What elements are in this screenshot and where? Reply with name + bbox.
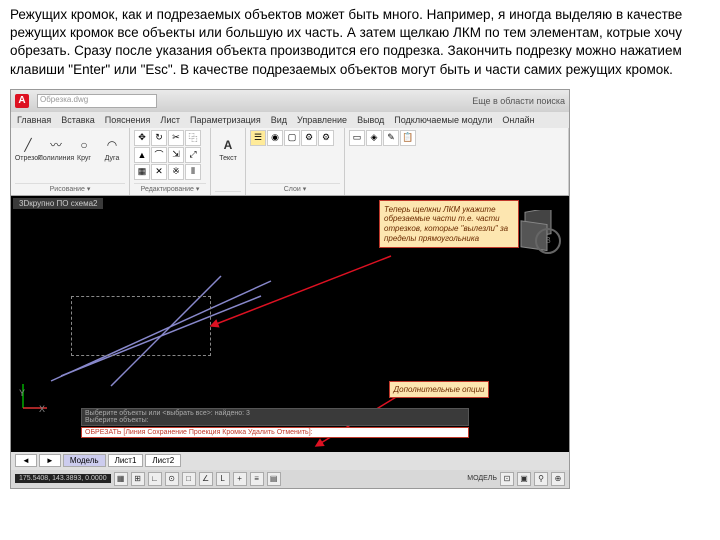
group-label[interactable]: Редактирование ▾ bbox=[134, 183, 206, 193]
text-button[interactable]: AТекст bbox=[215, 130, 241, 168]
tab-model[interactable]: Модель bbox=[63, 454, 106, 467]
btn-label: Текст bbox=[219, 155, 237, 162]
misc-icon[interactable]: ◈ bbox=[366, 130, 382, 146]
group-label[interactable]: Слои ▾ bbox=[250, 183, 340, 193]
fillet-icon[interactable]: ⌒ bbox=[151, 147, 167, 163]
layer-state-icon[interactable]: ◉ bbox=[267, 130, 283, 146]
layer-tool-icon[interactable]: ⚙ bbox=[301, 130, 317, 146]
misc-icon[interactable]: 📋 bbox=[400, 130, 416, 146]
otrack-toggle[interactable]: ∠ bbox=[199, 472, 213, 486]
btn-label: Полилиния bbox=[38, 155, 74, 162]
status-tool[interactable]: ⊡ bbox=[500, 472, 514, 486]
layer-icons: ☰ ◉ ▢ ⚙ ⚙ bbox=[250, 130, 340, 146]
app-logo-icon: A bbox=[15, 94, 29, 108]
ucs-icon: YX bbox=[21, 380, 51, 412]
stretch-icon[interactable]: ⇲ bbox=[168, 147, 184, 163]
menu-item[interactable]: Главная bbox=[17, 115, 51, 125]
menu-item[interactable]: Лист bbox=[160, 115, 180, 125]
polyline-button[interactable]: 〰Полилиния bbox=[43, 130, 69, 168]
menu-item[interactable]: Пояснения bbox=[105, 115, 151, 125]
tab-layout2[interactable]: Лист2 bbox=[145, 454, 181, 467]
nav-compass[interactable]: В bbox=[535, 228, 561, 254]
command-history: Выберите объекты или <выбрать все>: найд… bbox=[81, 408, 469, 426]
tab-next[interactable]: ► bbox=[39, 454, 61, 467]
annotation-note-2: Дополнительные опции bbox=[389, 381, 489, 398]
menu-item[interactable]: Вставка bbox=[61, 115, 94, 125]
status-tool[interactable]: ⊕ bbox=[551, 472, 565, 486]
status-tool[interactable]: ⚲ bbox=[534, 472, 548, 486]
ribbon-group-annot: AТекст bbox=[211, 128, 246, 195]
ribbon-group-layers: ☰ ◉ ▢ ⚙ ⚙ Слои ▾ bbox=[246, 128, 345, 195]
menu-item[interactable]: Управление bbox=[297, 115, 347, 125]
dyn-toggle[interactable]: + bbox=[233, 472, 247, 486]
btn-label: Дуга bbox=[105, 155, 120, 162]
polyline-icon: 〰 bbox=[47, 136, 65, 154]
layer-color-icon[interactable]: ▢ bbox=[284, 130, 300, 146]
selection-rectangle bbox=[71, 296, 211, 356]
osnap-toggle[interactable]: □ bbox=[182, 472, 196, 486]
menu-item[interactable]: Онлайн bbox=[502, 115, 534, 125]
model-space-label[interactable]: МОДЕЛЬ bbox=[467, 475, 497, 482]
status-tool[interactable]: ▣ bbox=[517, 472, 531, 486]
ribbon-group-draw: ╱Отрезок 〰Полилиния ○Круг ◠Дуга Рисовани… bbox=[11, 128, 130, 195]
title-bar: A Обрезка.dwg Еще в области поиска bbox=[11, 90, 569, 112]
line-button[interactable]: ╱Отрезок bbox=[15, 130, 41, 168]
cmd-text: Выберите объекты: bbox=[85, 417, 465, 424]
lwt-toggle[interactable]: ≡ bbox=[250, 472, 264, 486]
edit-icons: ✥ ↻ ✂ ⿻ ▲ ⌒ ⇲ ⤢ ▦ ✕ ※ ⫴ bbox=[134, 130, 206, 180]
misc-icon[interactable]: ✎ bbox=[383, 130, 399, 146]
title-filename[interactable]: Обрезка.dwg bbox=[37, 94, 157, 108]
group-label bbox=[215, 191, 241, 193]
title-search-hint: Еще в области поиска bbox=[472, 96, 565, 106]
mirror-icon[interactable]: ▲ bbox=[134, 147, 150, 163]
tab-layout1[interactable]: Лист1 bbox=[108, 454, 144, 467]
status-bar: 175.5408, 143.3893, 0.0000 ▦ ⊞ ∟ ⊙ □ ∠ L… bbox=[11, 470, 569, 488]
grid-toggle[interactable]: ⊞ bbox=[131, 472, 145, 486]
ribbon-group-edit: ✥ ↻ ✂ ⿻ ▲ ⌒ ⇲ ⤢ ▦ ✕ ※ ⫴ Редактирование ▾ bbox=[130, 128, 211, 195]
offset-icon[interactable]: ⫴ bbox=[185, 164, 201, 180]
menu-item[interactable]: Вид bbox=[271, 115, 287, 125]
drawing-canvas[interactable]: 3Dкрупно ПО схема2 Теперь щелкни ЛКМ ука… bbox=[11, 196, 569, 452]
group-label[interactable]: Рисование ▾ bbox=[15, 183, 125, 193]
snap-toggle[interactable]: ▦ bbox=[114, 472, 128, 486]
scale-icon[interactable]: ⤢ bbox=[185, 147, 201, 163]
layer-icon[interactable]: ☰ bbox=[250, 130, 266, 146]
move-icon[interactable]: ✥ bbox=[134, 130, 150, 146]
misc-icon[interactable]: ▭ bbox=[349, 130, 365, 146]
arc-button[interactable]: ◠Дуга bbox=[99, 130, 125, 168]
tab-prev[interactable]: ◄ bbox=[15, 454, 37, 467]
circle-icon: ○ bbox=[75, 136, 93, 154]
menu-bar[interactable]: Главная Вставка Пояснения Лист Параметри… bbox=[11, 112, 569, 128]
description-text: Режущих кромок, как и подрезаемых объект… bbox=[10, 6, 710, 79]
ortho-toggle[interactable]: ∟ bbox=[148, 472, 162, 486]
ribbon-group-misc: ▭ ◈ ✎ 📋 bbox=[345, 128, 569, 195]
autocad-window: A Обрезка.dwg Еще в области поиска Главн… bbox=[10, 89, 570, 489]
polar-toggle[interactable]: ⊙ bbox=[165, 472, 179, 486]
trim-icon[interactable]: ✂ bbox=[168, 130, 184, 146]
command-input[interactable]: ОБРЕЗАТЬ [Линия Сохранение Проекция Кром… bbox=[81, 427, 469, 438]
ribbon: ╱Отрезок 〰Полилиния ○Круг ◠Дуга Рисовани… bbox=[11, 128, 569, 196]
text-icon: A bbox=[219, 136, 237, 154]
cmd-text: Выберите объекты или <выбрать все>: найд… bbox=[85, 410, 465, 417]
menu-item[interactable]: Параметризация bbox=[190, 115, 261, 125]
explode-icon[interactable]: ※ bbox=[168, 164, 184, 180]
qp-toggle[interactable]: ▤ bbox=[267, 472, 281, 486]
rotate-icon[interactable]: ↻ bbox=[151, 130, 167, 146]
array-icon[interactable]: ▦ bbox=[134, 164, 150, 180]
layout-tabs: ◄ ► Модель Лист1 Лист2 bbox=[11, 452, 569, 470]
circle-button[interactable]: ○Круг bbox=[71, 130, 97, 168]
copy-icon[interactable]: ⿻ bbox=[185, 130, 201, 146]
ducs-toggle[interactable]: L bbox=[216, 472, 230, 486]
arc-icon: ◠ bbox=[103, 136, 121, 154]
menu-item[interactable]: Вывод bbox=[357, 115, 384, 125]
menu-item[interactable]: Подключаемые модули bbox=[394, 115, 492, 125]
layer-tool-icon[interactable]: ⚙ bbox=[318, 130, 334, 146]
erase-icon[interactable]: ✕ bbox=[151, 164, 167, 180]
btn-label: Круг bbox=[77, 155, 91, 162]
coordinates: 175.5408, 143.3893, 0.0000 bbox=[15, 474, 111, 483]
line-icon: ╱ bbox=[19, 136, 37, 154]
annotation-note-1: Теперь щелкни ЛКМ укажите обрезаемые час… bbox=[379, 200, 519, 248]
